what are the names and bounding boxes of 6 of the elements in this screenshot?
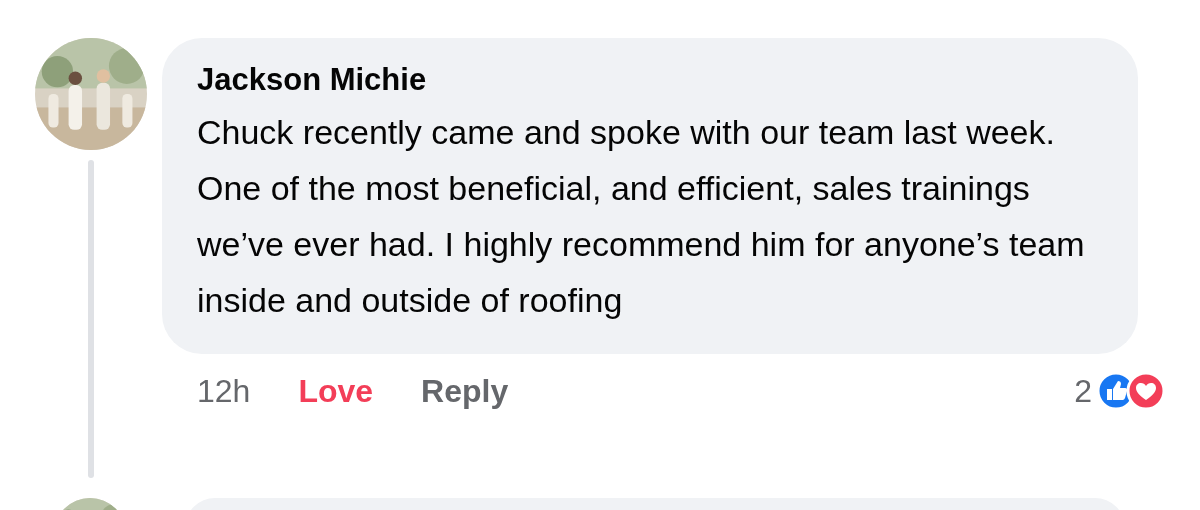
love-reaction-link[interactable]: Love — [298, 372, 374, 410]
reaction-count[interactable]: 2 — [1074, 372, 1092, 410]
reply-link[interactable]: Reply — [421, 372, 509, 410]
timestamp: 12h — [197, 372, 251, 410]
author-name[interactable]: Jackson Michie — [197, 62, 1108, 98]
comment-text: Chuck recently came and spoke with our team last week. One of the most beneficial, and efficient, sales trainings we’ve ever had. I highly recommend him for anyone’s team inside and outside of roofing — [197, 112, 1086, 321]
